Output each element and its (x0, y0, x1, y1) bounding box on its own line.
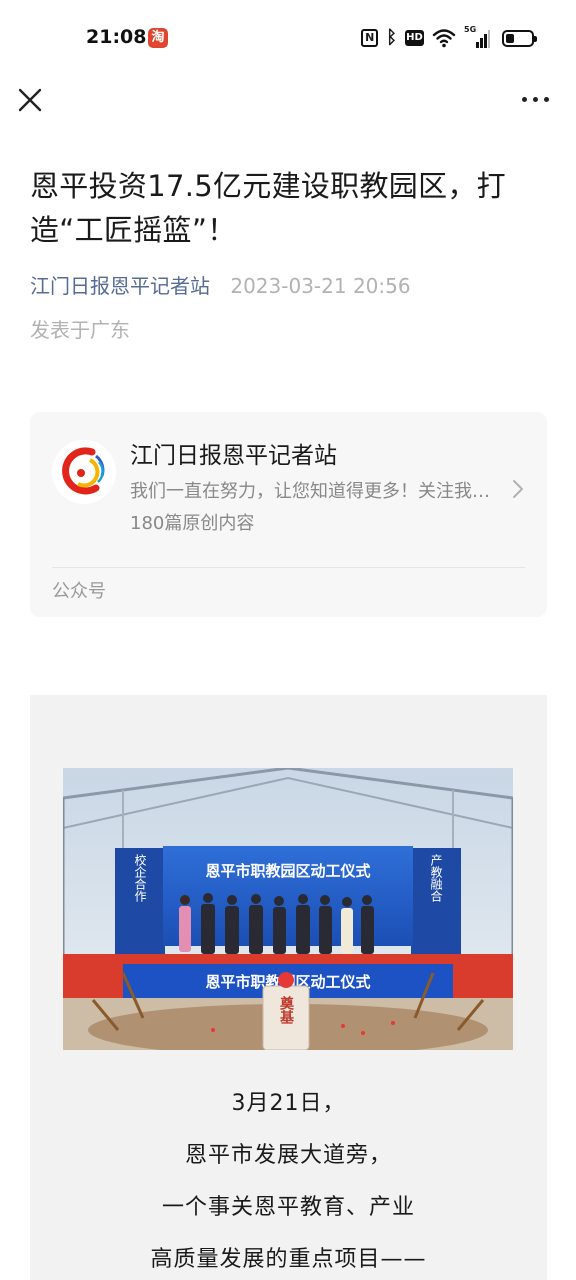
bluetooth-icon: ᛒ (386, 27, 397, 48)
publish-region: 发表于广东 (30, 318, 130, 342)
wifi-icon (432, 29, 456, 48)
article-paragraphs: 3月21日， 恩平市发展大道旁， 一个事关恩平教育、产业 高质量发展的重点项目—… (30, 1091, 547, 1280)
paragraph: 一个事关恩平教育、产业 (161, 1195, 415, 1220)
groundbreaking-ceremony-photo[interactable]: 校企合作 产教融合 恩平市职教园区动工仪式 恩平市职教园区动工仪式 (63, 768, 513, 1050)
official-account-card[interactable]: 江门日报恩平记者站 我们一直在努力，让您知道得更多！关注我们，获取更多资讯 18… (30, 412, 547, 617)
foundation-stone-text: 奠基 (278, 995, 295, 1025)
right-panel-text: 产教融合 (429, 854, 443, 902)
more-options-icon[interactable] (522, 92, 552, 106)
account-description: 我们一直在努力，让您知道得更多！关注我们，获取更多资讯 (130, 481, 490, 502)
account-avatar (52, 440, 116, 504)
signal-type-label: 5G (464, 25, 477, 34)
status-time: 21:08 (86, 26, 147, 48)
account-name: 江门日报恩平记者站 (130, 443, 337, 469)
paragraph: 高质量发展的重点项目—— (150, 1247, 427, 1272)
original-content-count: 180篇原创内容 (130, 513, 255, 534)
cellular-signal-icon: 5G (464, 25, 490, 48)
left-panel-text: 校企合作 (133, 853, 147, 902)
article-meta: 江门日报恩平记者站 2023-03-21 20:56 (30, 272, 411, 300)
author-link[interactable]: 江门日报恩平记者站 (30, 274, 210, 298)
account-type-label: 公众号 (52, 581, 106, 602)
battery-icon (502, 29, 537, 47)
status-icons: N ᛒ HD 5G (361, 25, 537, 49)
hd-voice-icon: HD (405, 30, 424, 46)
article-title: 恩平投资17.5亿元建设职教园区，打造“工匠摇篮”！ (30, 169, 506, 247)
chevron-right-icon (513, 480, 523, 498)
paragraph: 3月21日， (231, 1091, 346, 1116)
article-content: 校企合作 产教融合 恩平市职教园区动工仪式 恩平市职教园区动工仪式 (30, 695, 547, 1280)
card-divider (52, 567, 525, 568)
nfc-icon: N (361, 29, 379, 47)
banner-text: 恩平市职教园区动工仪式 (205, 862, 370, 880)
status-bar: 21:08 淘 N ᛒ HD 5G (0, 0, 576, 78)
close-icon[interactable] (16, 86, 44, 114)
top-navigation-bar (0, 78, 576, 122)
publish-date: 2023-03-21 20:56 (230, 274, 411, 298)
taobao-notification-icon: 淘 (148, 28, 168, 48)
paragraph: 恩平市发展大道旁， (184, 1143, 392, 1168)
